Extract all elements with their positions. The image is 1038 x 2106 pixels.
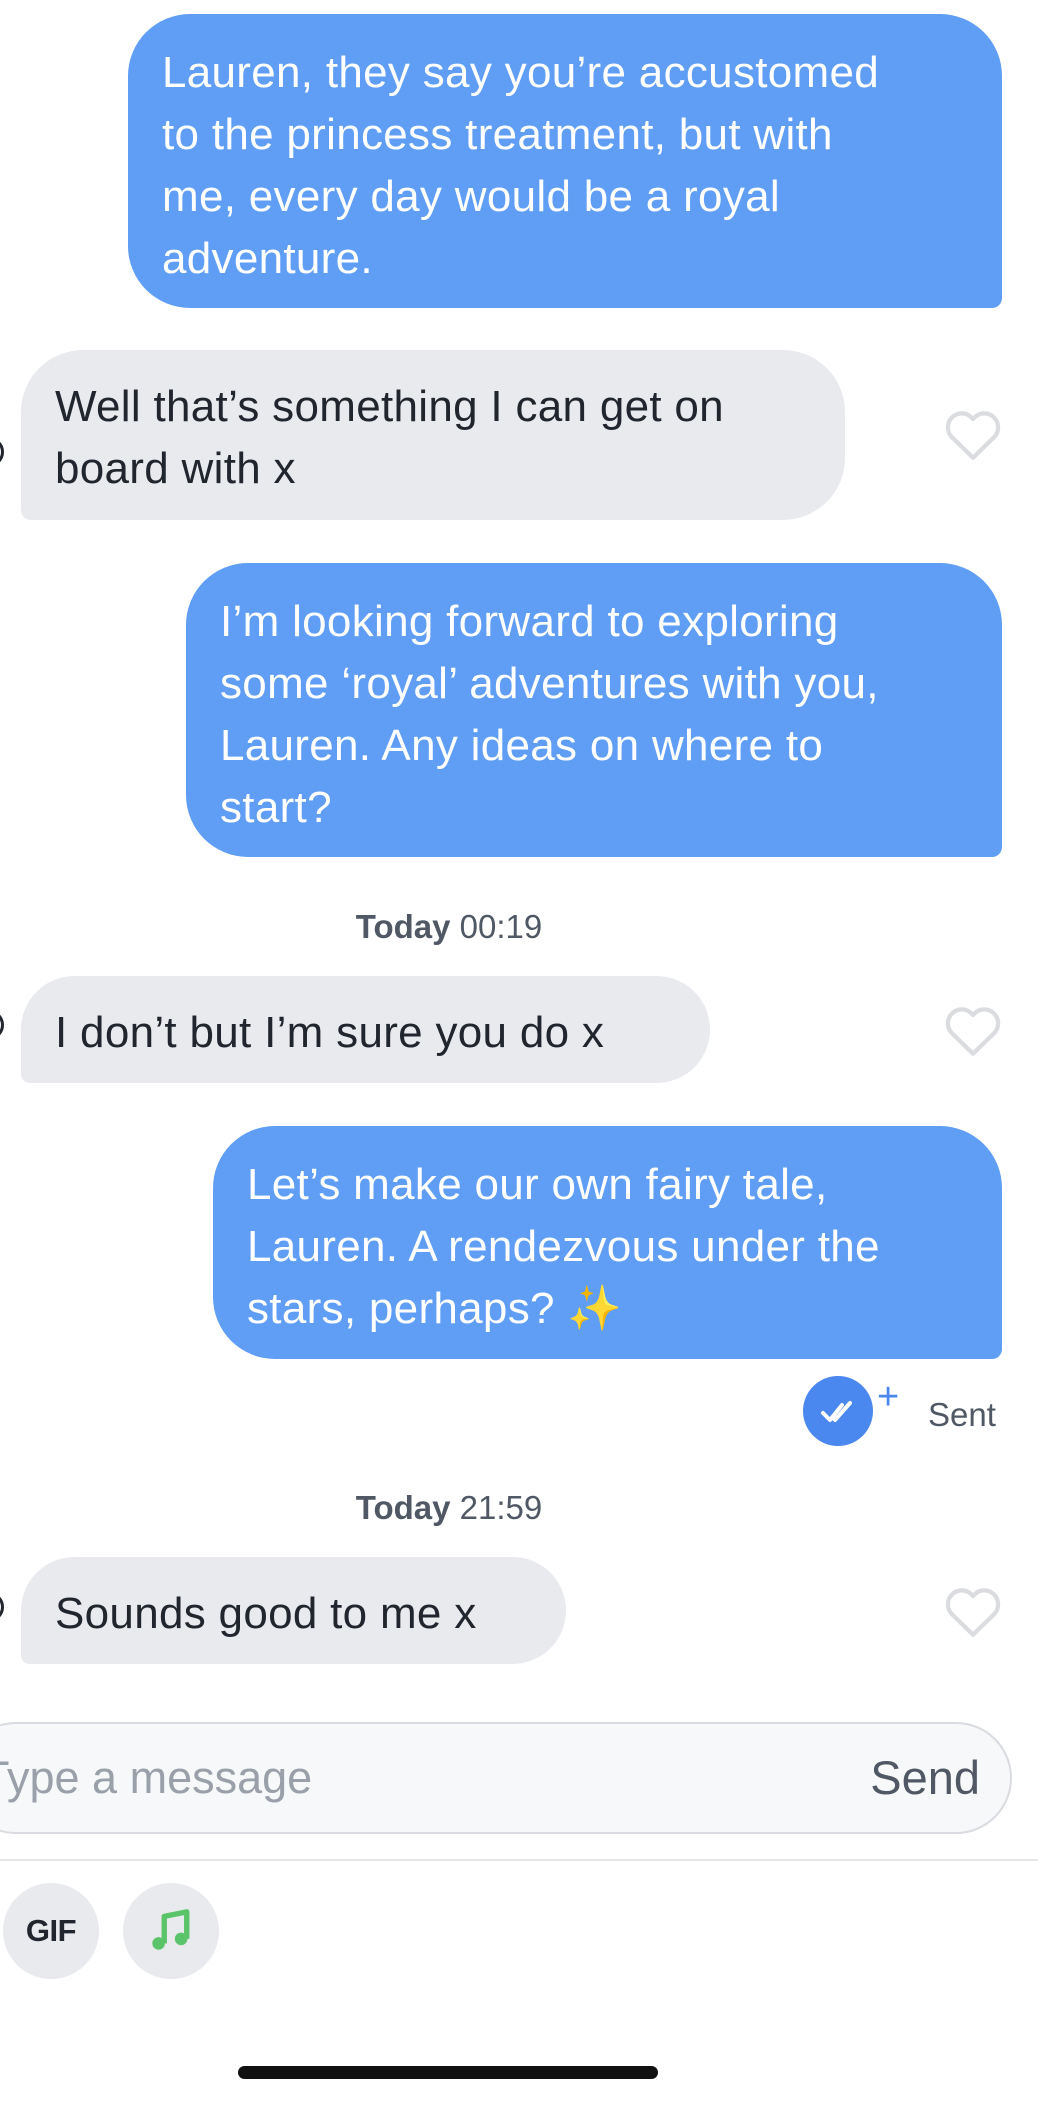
- message-status: Sent: [928, 1396, 996, 1433]
- timestamp-time: 21:59: [459, 1489, 543, 1526]
- home-indicator[interactable]: [238, 2066, 658, 2079]
- avatar[interactable]: [0, 437, 4, 467]
- music-note-icon: [152, 1909, 190, 1950]
- timestamp-day: Today: [355, 1489, 451, 1526]
- like-heart-icon[interactable]: [943, 406, 1003, 462]
- gif-button[interactable]: GIF: [3, 1883, 99, 1979]
- like-heart-icon[interactable]: [943, 1002, 1003, 1058]
- timestamp-divider: Today 00:19: [0, 908, 898, 946]
- message-composer: Send: [0, 1722, 1012, 1834]
- incoming-message-bubble[interactable]: Well that’s something I can get on board…: [21, 350, 845, 520]
- outgoing-message-bubble[interactable]: I’m looking forward to exploring some ‘r…: [186, 563, 1002, 857]
- timestamp-day: Today: [355, 908, 451, 945]
- timestamp-divider: Today 21:59: [0, 1489, 898, 1527]
- send-button[interactable]: Send: [870, 1750, 980, 1805]
- outgoing-message-bubble[interactable]: Let’s make our own fairy tale, Lauren. A…: [213, 1126, 1002, 1359]
- music-button[interactable]: [123, 1883, 219, 1979]
- read-receipt-icon: [803, 1376, 873, 1446]
- composer-divider: [0, 1859, 1038, 1861]
- chat-screen: Lauren, they say you’re accustomed to th…: [0, 0, 1038, 2106]
- avatar[interactable]: [0, 1010, 4, 1040]
- outgoing-message-bubble[interactable]: Lauren, they say you’re accustomed to th…: [128, 14, 1002, 308]
- like-heart-icon[interactable]: [943, 1583, 1003, 1639]
- incoming-message-bubble[interactable]: I don’t but I’m sure you do x: [21, 976, 710, 1083]
- plus-icon[interactable]: +: [877, 1378, 899, 1416]
- message-input[interactable]: [0, 1724, 762, 1832]
- timestamp-time: 00:19: [459, 908, 543, 945]
- incoming-message-bubble[interactable]: Sounds good to me x: [21, 1557, 566, 1664]
- avatar[interactable]: [0, 1592, 4, 1622]
